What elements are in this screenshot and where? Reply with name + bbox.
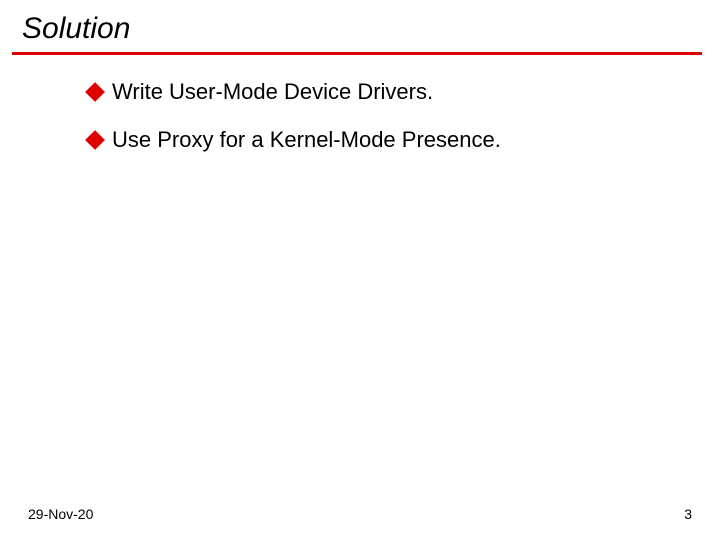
bullet-text: Use Proxy for a Kernel-Mode Presence. xyxy=(112,127,501,153)
page-title: Solution xyxy=(22,12,720,50)
title-block: Solution xyxy=(0,0,720,50)
slide: Solution Write User-Mode Device Drivers.… xyxy=(0,0,720,540)
footer-date: 29-Nov-20 xyxy=(28,506,93,522)
footer: 29-Nov-20 3 xyxy=(0,506,720,522)
list-item: Use Proxy for a Kernel-Mode Presence. xyxy=(88,127,680,153)
body: Write User-Mode Device Drivers. Use Prox… xyxy=(0,55,720,154)
footer-page-number: 3 xyxy=(684,506,692,522)
diamond-bullet-icon xyxy=(85,130,105,150)
bullet-text: Write User-Mode Device Drivers. xyxy=(112,79,433,105)
diamond-bullet-icon xyxy=(85,82,105,102)
list-item: Write User-Mode Device Drivers. xyxy=(88,79,680,105)
